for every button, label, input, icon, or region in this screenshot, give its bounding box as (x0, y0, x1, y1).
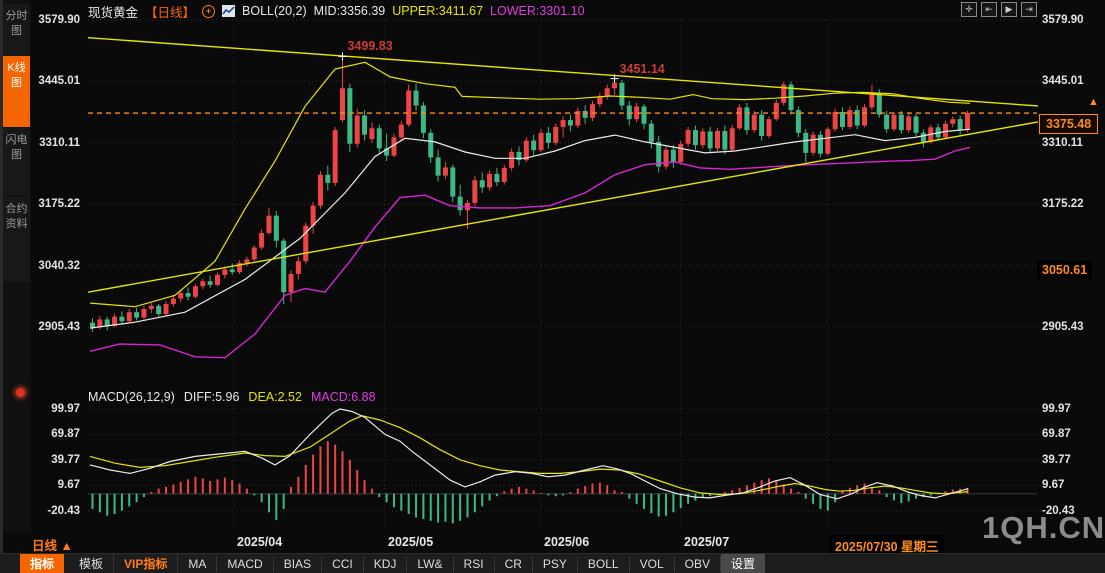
level-price-badge: 3050.61 (1037, 261, 1092, 279)
price-tick-left: 3579.90 (30, 14, 80, 26)
macd-tick-right: 39.77 (1042, 454, 1071, 466)
price-tick-left: 3040.32 (30, 260, 80, 272)
trading-app-window: 分时图 K线图 闪电图 合约资料 现货黄金 【日线】 + BOLL(20,2) … (0, 0, 1105, 573)
date-tick: 2025/04 (237, 535, 282, 549)
jump-latest-icon[interactable]: ⇥ (1021, 2, 1037, 17)
price-tick-right: 2905.43 (1042, 321, 1084, 333)
alert-dot-icon[interactable] (16, 388, 25, 397)
macd-dea-value: DEA:2.52 (248, 390, 302, 404)
scale-left-icon[interactable]: ⇤ (981, 2, 997, 17)
price-tick-right: 3445.01 (1042, 75, 1084, 87)
peak-price-annotation: 3499.83 (348, 39, 393, 53)
price-tick-left: 2905.43 (30, 321, 80, 333)
price-tick-left: 3175.22 (30, 198, 80, 210)
last-price-badge: 3375.48 (1039, 114, 1098, 134)
chart-tool-icons: ✛ ⇤ ▶ ⇥ (961, 2, 1037, 17)
tab-rsi[interactable]: RSI (454, 556, 495, 572)
price-tick-right: 3310.11 (1042, 137, 1083, 149)
macd-tick-left: -20.43 (30, 505, 80, 517)
macd-tick-left: 9.67 (30, 479, 80, 491)
pan-icon[interactable]: ✛ (961, 2, 977, 17)
tab-ma[interactable]: MA (178, 556, 217, 572)
bottom-toolbar: 指标 模板 VIP指标 MA MACD BIAS CCI KDJ LW& RSI… (0, 553, 1105, 573)
price-chart-canvas[interactable] (0, 0, 1105, 573)
price-tick-right: 3579.90 (1042, 14, 1084, 26)
scale-right-icon[interactable]: ▶ (1001, 2, 1017, 17)
symbol-name: 现货黄金 (88, 2, 138, 21)
tab-settings[interactable]: 设置 (721, 554, 765, 573)
tab-bias[interactable]: BIAS (274, 556, 322, 572)
tab-kdj[interactable]: KDJ (364, 556, 408, 572)
macd-tick-left: 69.87 (30, 428, 80, 440)
price-tick-left: 3310.11 (30, 137, 80, 149)
add-indicator-icon[interactable]: + (202, 5, 215, 18)
macd-diff-value: DIFF:5.96 (184, 390, 240, 404)
date-tick: 2025/06 (544, 535, 589, 549)
tab-macd[interactable]: MACD (217, 556, 273, 572)
macd-tick-left: 39.77 (30, 454, 80, 466)
tab-cr[interactable]: CR (495, 556, 533, 572)
macd-tick-right: 69.87 (1042, 428, 1071, 440)
boll-mid-value: MID:3356.39 (314, 4, 386, 18)
peak-price-annotation: 3451.14 (620, 62, 665, 76)
tab-obv[interactable]: OBV (675, 556, 721, 572)
tab-psy[interactable]: PSY (533, 556, 578, 572)
macd-name: MACD(26,12,9) (88, 390, 175, 404)
macd-tick-left: 99.97 (30, 403, 80, 415)
date-axis: 日线 ▲ 2025/04 2025/05 2025/06 2025/07 202… (0, 533, 1105, 553)
boll-upper-value: UPPER:3411.67 (392, 4, 483, 18)
tab-lw[interactable]: LW& (407, 556, 453, 572)
tab-vol[interactable]: VOL (630, 556, 675, 572)
macd-hist-value: MACD:6.88 (311, 390, 376, 404)
macd-tick-right: 9.67 (1042, 479, 1064, 491)
tab-templates[interactable]: 模板 (69, 554, 114, 573)
indicator-bar: 现货黄金 【日线】 + BOLL(20,2) MID:3356.39 UPPER… (88, 3, 585, 19)
boll-lower-value: LOWER:3301.10 (490, 4, 585, 18)
date-tick: 2025/05 (388, 535, 433, 549)
price-tick-left: 3445.01 (30, 75, 80, 87)
boll-label: BOLL(20,2) (242, 4, 307, 18)
indicator-chart-icon[interactable] (222, 5, 235, 17)
macd-tick-right: 99.97 (1042, 403, 1071, 415)
last-price-arrow-icon: ▲ (1088, 96, 1099, 108)
macd-header: MACD(26,12,9) DIFF:5.96 DEA:2.52 MACD:6.… (88, 390, 376, 404)
period-selector[interactable]: 日线 ▲ (32, 535, 73, 554)
tab-vip-indicators[interactable]: VIP指标 (114, 554, 178, 573)
period-label[interactable]: 【日线】 (145, 2, 195, 21)
date-tick: 2025/07 (684, 535, 729, 549)
tab-indicators[interactable]: 指标 (20, 554, 64, 573)
tab-cci[interactable]: CCI (322, 556, 364, 572)
price-tick-right: 3175.22 (1042, 198, 1084, 210)
tab-boll[interactable]: BOLL (578, 556, 630, 572)
